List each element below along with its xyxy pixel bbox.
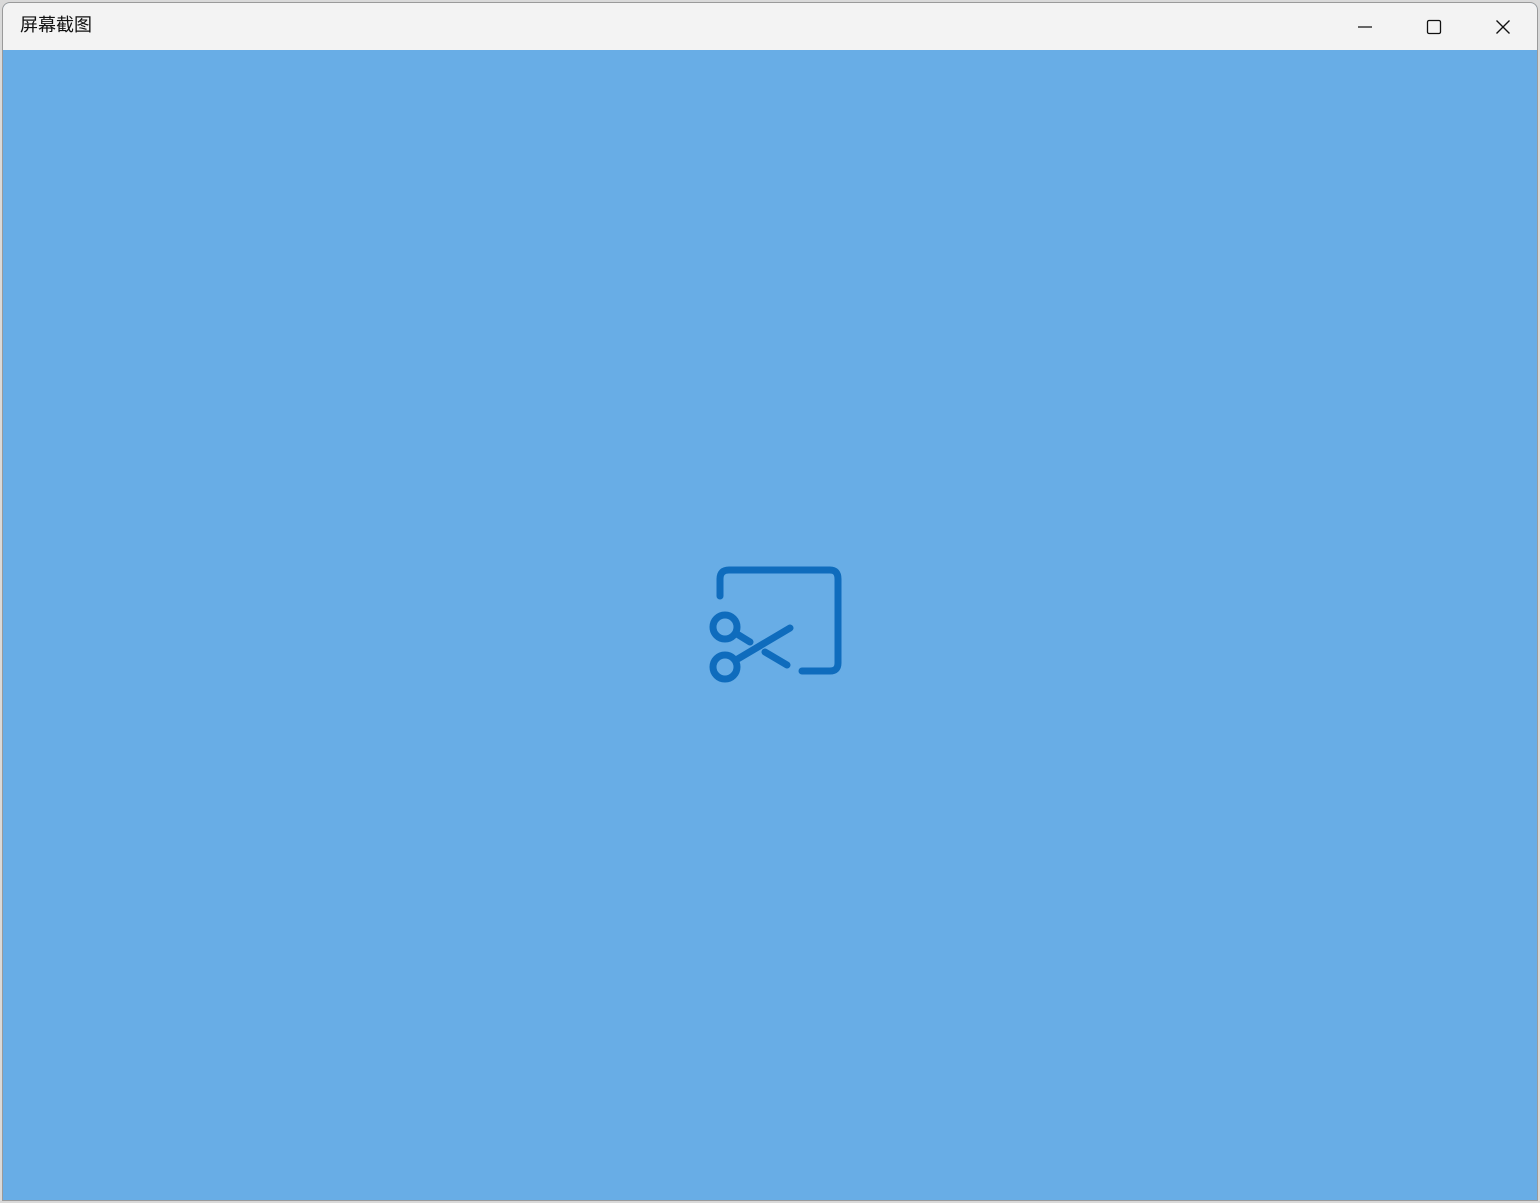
minimize-button[interactable] — [1330, 3, 1399, 50]
window-controls — [1330, 3, 1537, 50]
maximize-button[interactable] — [1399, 3, 1468, 50]
snipping-tool-icon — [709, 566, 842, 683]
close-button[interactable] — [1468, 3, 1537, 50]
minimize-icon — [1357, 25, 1372, 28]
splash-screen — [3, 50, 1537, 1200]
title-bar[interactable]: 屏幕截图 — [3, 3, 1537, 50]
window-title: 屏幕截图 — [20, 15, 92, 36]
maximize-icon — [1426, 19, 1441, 34]
close-icon — [1495, 19, 1510, 34]
app-window: 屏幕截图 — [2, 2, 1538, 1201]
